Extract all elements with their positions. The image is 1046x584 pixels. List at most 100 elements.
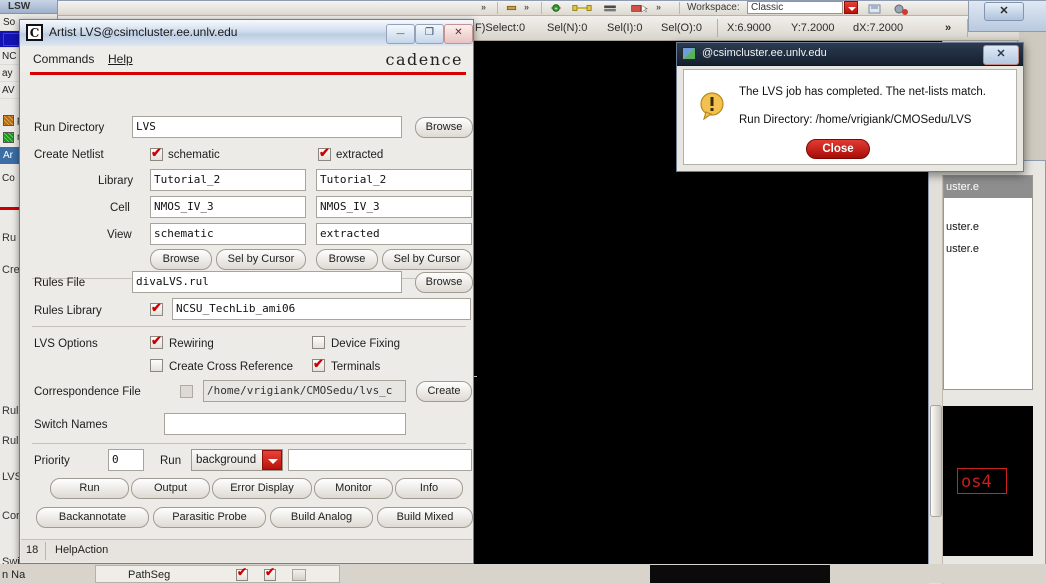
right-scroll-thumb[interactable]	[930, 405, 942, 517]
library-list[interactable]: uster.e uster.e uster.e	[943, 175, 1033, 390]
info-button[interactable]: Info	[395, 478, 463, 499]
dialog-message-line2: Run Directory: /home/vrigiank/CMOSedu/LV…	[739, 114, 972, 126]
terminals-checkbox[interactable]	[312, 356, 325, 372]
lsw-swatch-5	[3, 115, 14, 126]
rules-library-label: Rules Library	[34, 305, 102, 317]
correspondence-file-label: Correspondence File	[34, 386, 141, 398]
dialog-close-button[interactable]: ✕	[983, 45, 1019, 65]
menu-help[interactable]: Help	[105, 51, 136, 67]
view-schematic-input[interactable]: schematic	[150, 223, 306, 245]
lsw-label-8: Co	[2, 173, 15, 184]
schematic-sel-by-cursor-button[interactable]: Sel by Cursor	[216, 249, 306, 270]
list-item[interactable]: uster.e	[944, 238, 1032, 260]
rules-library-input[interactable]: NCSU_TechLib_ami06	[172, 298, 471, 320]
add-node-icon[interactable]: +	[549, 3, 563, 13]
status-select-count: F)Select:0	[475, 22, 526, 34]
layer-stack-icon[interactable]	[601, 3, 619, 13]
run-mode-label: Run	[160, 455, 182, 467]
extracted-sel-by-cursor-button[interactable]: Sel by Cursor	[382, 249, 472, 270]
right-window-scrollbar[interactable]	[929, 175, 943, 584]
rewiring-checkbox[interactable]	[150, 333, 163, 349]
workspace-combo[interactable]: Classic	[747, 1, 843, 14]
maximize-button[interactable]	[415, 24, 444, 44]
lvs-window-title: Artist LVS@csimcluster.ee.unlv.edu	[49, 25, 238, 39]
bottom-left-label: n Na	[2, 569, 26, 581]
status-more-chevron-icon[interactable]: »	[945, 22, 951, 34]
menu-commands[interactable]: Commands	[30, 51, 97, 67]
run-directory-browse-button[interactable]: Browse	[415, 117, 473, 138]
workspace-dropdown-arrow-icon[interactable]	[844, 1, 858, 14]
dialog-message-line1: The LVS job has completed. The net-lists…	[739, 86, 986, 98]
output-button[interactable]: Output	[131, 478, 210, 499]
status-sel-n: Sel(N):0	[547, 22, 588, 34]
bottom-button[interactable]	[292, 569, 306, 581]
device-fixing-checkbox[interactable]	[312, 336, 325, 349]
layout-toolbar: » » + » Workspace: Classic	[1, 1, 1019, 16]
bg-row-1: Cre	[2, 264, 20, 276]
ruler-icon[interactable]	[506, 3, 517, 13]
correspondence-file-checkbox[interactable]	[180, 385, 193, 398]
status-coord-y: Y:7.2000	[791, 22, 835, 34]
correspondence-create-button[interactable]: Create	[416, 381, 472, 402]
schematic-browse-button[interactable]: Browse	[150, 249, 212, 270]
wire-icon[interactable]	[571, 3, 593, 13]
rules-library-checkbox[interactable]	[150, 300, 163, 316]
dialog-title-bar[interactable]: @csimcluster.ee.unlv.edu	[677, 43, 1023, 66]
build-analog-button[interactable]: Build Analog	[270, 507, 373, 528]
run-directory-input[interactable]: LVS	[132, 116, 402, 138]
cell-label: Cell	[110, 202, 130, 214]
bg-row-0: Ru	[2, 232, 17, 244]
lvs-status-number: 18	[26, 544, 39, 556]
delete-workspace-icon[interactable]	[893, 3, 909, 15]
bottom-checkbox-2[interactable]	[264, 565, 276, 581]
workspace-label: Workspace:	[687, 2, 740, 13]
library-extracted-input[interactable]: Tutorial_2	[316, 169, 472, 191]
lsw-label-4: AV	[2, 85, 15, 96]
backannotate-button[interactable]: Backannotate	[36, 507, 149, 528]
parasitic-probe-button[interactable]: Parasitic Probe	[153, 507, 266, 528]
extracted-checkbox[interactable]	[318, 145, 331, 161]
library-schematic-input[interactable]: Tutorial_2	[150, 169, 306, 191]
run-extra-input[interactable]	[288, 449, 472, 471]
close-button[interactable]	[444, 24, 473, 44]
list-item[interactable]: uster.e	[944, 176, 1032, 198]
svg-text:+: +	[554, 7, 558, 13]
dialog-close-action-button[interactable]: Close	[806, 139, 870, 159]
schematic-checkbox-label: schematic	[168, 149, 220, 161]
switch-names-input[interactable]	[164, 413, 406, 435]
bottom-checkbox-1[interactable]	[236, 565, 248, 581]
bg-row-2: Rul	[2, 405, 19, 417]
run-button[interactable]: Run	[50, 478, 129, 499]
view-extracted-input[interactable]: extracted	[316, 223, 472, 245]
save-workspace-icon[interactable]	[867, 3, 883, 15]
lvs-title-bar[interactable]: C Artist LVS@csimcluster.ee.unlv.edu	[20, 20, 473, 47]
status-coord-x: X:6.9000	[727, 22, 772, 34]
run-mode-dropdown-arrow-icon[interactable]	[262, 450, 282, 470]
list-item[interactable]: uster.e	[944, 216, 1032, 238]
priority-input[interactable]: 0	[108, 449, 144, 471]
create-cross-reference-checkbox[interactable]	[150, 359, 163, 372]
artist-lvs-window: C Artist LVS@csimcluster.ee.unlv.edu Com…	[19, 19, 474, 564]
select-cursor-icon[interactable]	[629, 3, 651, 13]
correspondence-file-input[interactable]: /home/vrigiank/CMOSedu/lvs_c	[203, 380, 406, 402]
rules-file-input[interactable]: divaLVS.rul	[132, 271, 402, 293]
lvs-completion-dialog: @csimcluster.ee.unlv.edu ✕ The LVS job h…	[676, 42, 1024, 172]
right-window-close-button[interactable]: ✕	[984, 2, 1024, 21]
priority-label: Priority	[34, 455, 70, 467]
toolbar-chevron-icon-2[interactable]: »	[524, 3, 529, 12]
rules-file-browse-button[interactable]: Browse	[415, 272, 473, 293]
error-display-button[interactable]: Error Display	[212, 478, 312, 499]
monitor-button[interactable]: Monitor	[314, 478, 393, 499]
toolbar-chevron-icon-3[interactable]: »	[656, 3, 661, 12]
toolbar-chevron-icon[interactable]: »	[481, 3, 486, 12]
right-preview-canvas[interactable]: os4	[943, 406, 1033, 556]
bg-row-3: Rul	[2, 435, 19, 447]
lsw-label-7: Ar	[3, 150, 13, 161]
minimize-button[interactable]	[386, 24, 415, 44]
cell-extracted-input[interactable]: NMOS_IV_3	[316, 196, 472, 218]
build-mixed-button[interactable]: Build Mixed	[377, 507, 473, 528]
schematic-checkbox[interactable]	[150, 145, 163, 161]
create-netlist-label: Create Netlist	[34, 149, 104, 161]
extracted-browse-button[interactable]: Browse	[316, 249, 378, 270]
cell-schematic-input[interactable]: NMOS_IV_3	[150, 196, 306, 218]
